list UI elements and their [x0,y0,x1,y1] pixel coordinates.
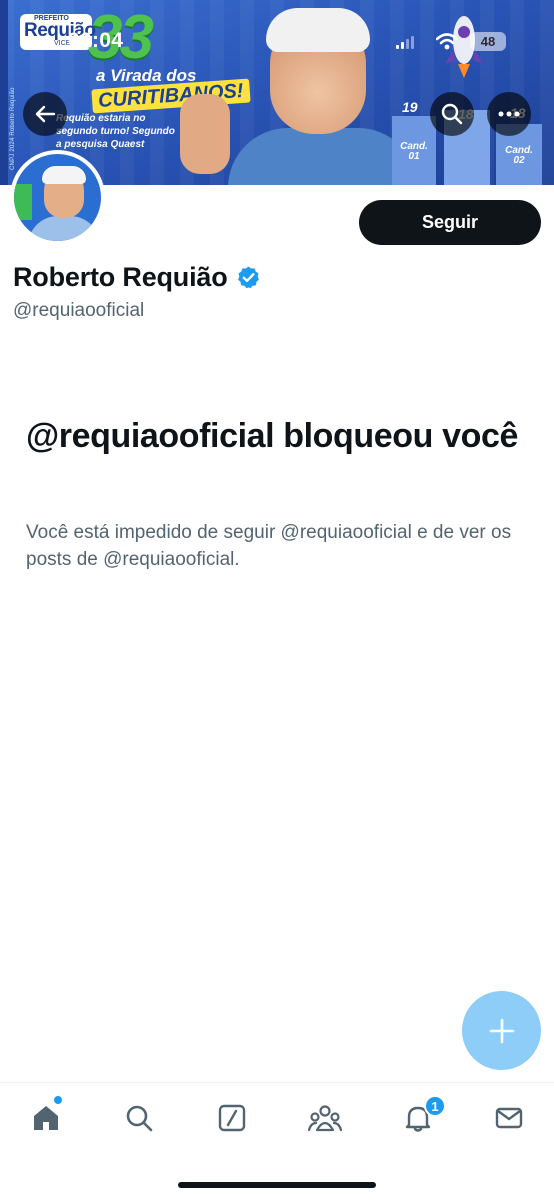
more-horizontal-icon [498,111,520,117]
communities-icon [308,1105,342,1132]
banner-candidate-photo [170,0,418,185]
home-icon [34,1106,58,1130]
display-name: Roberto Requião [13,262,228,292]
banner-side-stripe [0,0,8,185]
candidate-body [228,128,418,185]
avatar-body [28,216,100,241]
blocked-title: @requiaooficial bloqueou você [26,417,518,455]
notifications-badge: 1 [424,1095,446,1117]
mail-icon [495,1107,523,1129]
plus-icon [489,1018,514,1043]
poll-bar-1-number: 19 [402,99,418,115]
avatar-hair [42,166,86,184]
profile-avatar[interactable] [10,150,105,245]
banner-subline: Requião estaria no segundo turno! Segund… [56,113,175,150]
cellular-signal-icon [396,36,414,49]
arrow-left-icon [35,105,56,123]
poll-bar-1-label: Cand. 01 [400,141,428,162]
poll-bar-3-label: Cand. 02 [505,145,533,166]
more-options-button[interactable] [487,92,531,136]
nav-explore[interactable] [122,1101,156,1135]
candidate-hair [266,8,370,52]
back-button[interactable] [23,92,67,136]
candidate-hand [180,94,230,174]
home-indicator[interactable] [178,1182,376,1188]
avatar-logo-accent [14,184,32,220]
battery-indicator: 48 [470,32,506,51]
grok-icon [218,1104,246,1132]
verified-badge-icon[interactable] [236,265,261,290]
nav-grok[interactable] [215,1101,249,1135]
status-time: 00:04 [68,29,124,52]
follow-button[interactable]: Seguir [359,200,541,245]
search-icon [126,1105,153,1132]
search-icon [441,103,463,125]
profile-handle: @requiaooficial [13,300,145,321]
compose-post-button[interactable] [462,991,541,1070]
wifi-icon [436,33,458,50]
profile-name-row: Roberto Requião [13,262,261,293]
blocked-description: Você está impedido de seguir @requiaoofi… [26,522,512,570]
home-unread-dot [54,1096,62,1104]
search-button[interactable] [430,92,474,136]
nav-communities[interactable] [308,1101,342,1135]
nav-messages[interactable] [492,1101,526,1135]
nav-home[interactable] [29,1101,63,1135]
banner-side-text: CNPJ 2024 Roberto Requião [10,87,16,170]
